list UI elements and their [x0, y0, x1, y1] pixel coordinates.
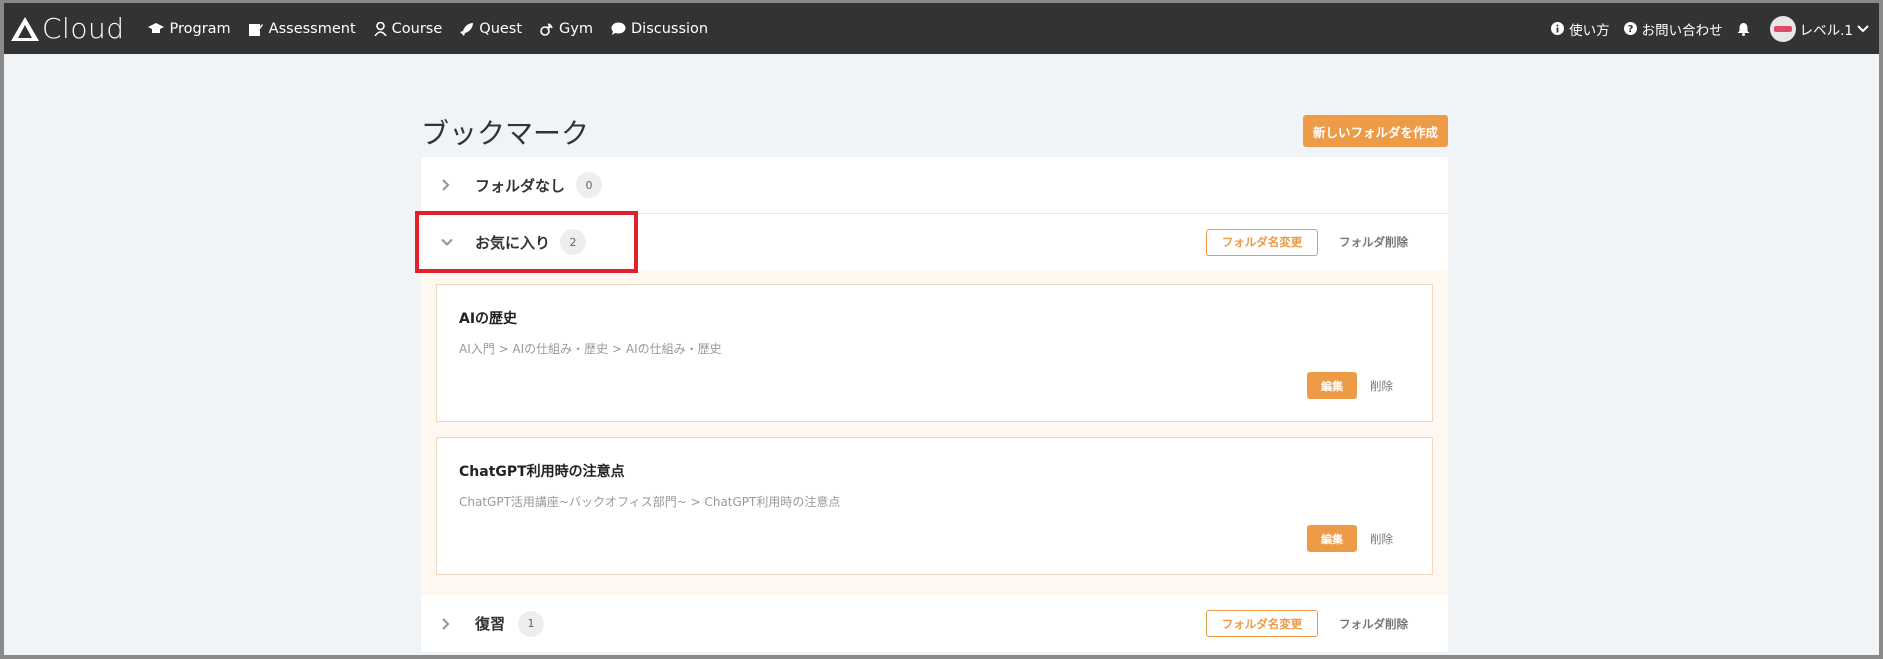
user-icon: [373, 21, 387, 36]
page-title: ブックマーク: [421, 117, 590, 150]
comment-icon: [611, 22, 626, 35]
logo-triangle-icon: [11, 16, 39, 41]
folder-row-none[interactable]: フォルダなし 0: [421, 157, 1448, 214]
bookmark-path: AI入門 > AIの仕組み・歴史 > AIの仕組み・歴史: [459, 342, 722, 356]
nav-gym[interactable]: Gym: [540, 21, 593, 37]
svg-text:?: ?: [1627, 24, 1633, 35]
nav-contact-label: お問い合わせ: [1641, 22, 1723, 39]
nav-discussion[interactable]: Discussion: [611, 21, 708, 37]
folder-name: フォルダなし: [475, 176, 566, 195]
nav-assessment[interactable]: Assessment: [248, 20, 356, 37]
delete-bookmark-button[interactable]: 削除: [1370, 378, 1393, 394]
create-folder-button[interactable]: 新しいフォルダを作成: [1303, 115, 1448, 147]
rename-folder-button[interactable]: フォルダ名変更: [1206, 228, 1318, 256]
nav-program-label: Program: [169, 20, 231, 37]
user-level[interactable]: レベル.1: [1800, 19, 1853, 39]
bookmark-title[interactable]: ChatGPT利用時の注意点: [459, 461, 625, 481]
nav-discussion-label: Discussion: [631, 20, 709, 37]
bell-icon: [1737, 22, 1750, 36]
nav-course[interactable]: Course: [373, 20, 443, 37]
chevron-down-icon[interactable]: [441, 238, 453, 247]
chevron-right-icon[interactable]: [441, 617, 450, 630]
nav-contact[interactable]: ? お問い合わせ: [1623, 19, 1723, 39]
chevron-right-icon[interactable]: [441, 179, 450, 191]
folder-count-badge: 0: [576, 172, 602, 198]
chevron-down-icon[interactable]: [1857, 24, 1869, 33]
logo[interactable]: Cloud: [10, 3, 124, 54]
bookmark-card[interactable]: AIの歴史 AI入門 > AIの仕組み・歴史 > AIの仕組み・歴史 編集 削除: [436, 284, 1433, 422]
nav-program[interactable]: Program: [148, 20, 231, 37]
info-icon: [1551, 22, 1565, 35]
delete-folder-button[interactable]: フォルダ削除: [1339, 234, 1408, 250]
folder-count-badge: 1: [518, 610, 544, 637]
nav-quest-label: Quest: [479, 20, 523, 37]
bookmark-panel: フォルダなし 0 お気に入り 2 フォルダ名変更 フォルダ削除 AIの歴史 AI…: [421, 157, 1448, 652]
rocket-icon: [460, 22, 474, 36]
folder-count-badge: 2: [560, 229, 586, 255]
edit-bookmark-button[interactable]: 編集: [1307, 525, 1357, 552]
graduation-cap-icon: [148, 22, 165, 33]
bookmark-title[interactable]: AIの歴史: [459, 308, 517, 328]
nav-course-label: Course: [391, 20, 443, 37]
folder-name: 復習: [475, 615, 506, 633]
delete-bookmark-button[interactable]: 削除: [1370, 531, 1393, 547]
nav-howto[interactable]: 使い方: [1551, 19, 1610, 39]
bookmark-card[interactable]: ChatGPT利用時の注意点 ChatGPT活用講座~バックオフィス部門~ > …: [436, 437, 1433, 575]
notification-button[interactable]: [1737, 22, 1750, 36]
nav-right: 使い方 ? お問い合わせ レベル.1: [1551, 15, 1869, 42]
nav-gym-label: Gym: [559, 20, 593, 37]
question-icon: ?: [1623, 22, 1637, 35]
satellite-icon: [540, 22, 553, 36]
edit-bookmark-button[interactable]: 編集: [1307, 372, 1357, 399]
avatar[interactable]: [1769, 15, 1796, 42]
folder-row-favorites[interactable]: お気に入り 2 フォルダ名変更 フォルダ削除: [421, 214, 1448, 271]
nav-assessment-label: Assessment: [268, 20, 356, 37]
folder-row-review[interactable]: 復習 1 フォルダ名変更 フォルダ削除: [421, 595, 1448, 652]
rename-folder-button[interactable]: フォルダ名変更: [1206, 610, 1318, 637]
edit-icon: [248, 22, 264, 36]
main-nav: Program Assessment Course Quest Gym Disc…: [148, 21, 726, 37]
bookmark-path: ChatGPT活用講座~バックオフィス部門~ > ChatGPT利用時の注意点: [459, 495, 841, 509]
delete-folder-button[interactable]: フォルダ削除: [1339, 616, 1408, 632]
nav-quest[interactable]: Quest: [460, 21, 522, 37]
top-navbar: Cloud Program Assessment Course Quest Gy…: [4, 0, 1879, 54]
folder-contents: AIの歴史 AI入門 > AIの仕組み・歴史 > AIの仕組み・歴史 編集 削除…: [421, 270, 1448, 595]
logo-text: Cloud: [42, 12, 125, 45]
nav-howto-label: 使い方: [1569, 22, 1610, 39]
folder-name: お気に入り: [475, 233, 551, 252]
